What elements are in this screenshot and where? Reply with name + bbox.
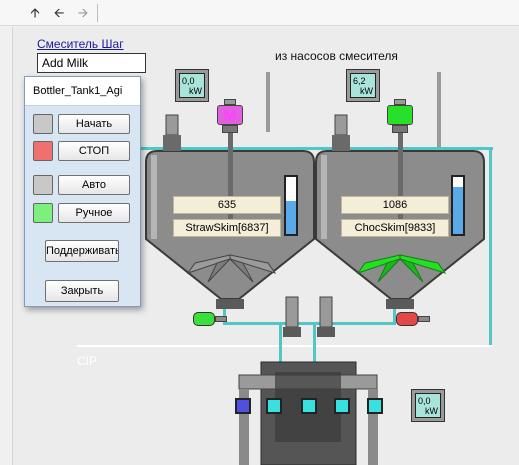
tank-2-motor[interactable] bbox=[385, 99, 415, 133]
tank-2-value: 1086 bbox=[341, 196, 449, 214]
arrow-right-icon[interactable]: 🡪 bbox=[73, 4, 93, 22]
valve-actuator bbox=[396, 312, 418, 326]
bottom-manifold-pipe bbox=[223, 322, 395, 325]
valve-stem bbox=[215, 316, 227, 322]
power-meter-3-unit: kW bbox=[425, 406, 438, 416]
pumps-title: из насосов смесителя bbox=[275, 49, 398, 63]
hold-button[interactable]: Поддерживать bbox=[45, 240, 119, 262]
mixer-step-field[interactable]: Add Milk bbox=[37, 53, 146, 73]
tank-1-motor[interactable]: M bbox=[215, 99, 245, 133]
power-meter-2-value: 6,2 bbox=[353, 76, 366, 86]
filler-head-4[interactable] bbox=[334, 398, 350, 414]
auto-indicator bbox=[33, 175, 53, 195]
stop-indicator bbox=[33, 141, 53, 161]
tank-1-level-bar bbox=[284, 175, 298, 236]
stop-button[interactable]: СТОП bbox=[58, 141, 130, 161]
cip-right-pipe bbox=[489, 147, 492, 347]
power-meter-2-unit: kW bbox=[360, 86, 373, 96]
power-meter-2: 6,2 kW bbox=[346, 69, 380, 102]
valve-actuator bbox=[193, 312, 215, 326]
close-button[interactable]: Закрыть bbox=[45, 280, 119, 302]
tank-2-outlet-valve[interactable] bbox=[396, 312, 430, 326]
power-meter-1-value: 0,0 bbox=[182, 76, 195, 86]
agitator-faceplate: Bottler_Tank1_Agi Начать СТОП Авто Ручно… bbox=[24, 76, 141, 307]
filler-head-2[interactable] bbox=[266, 398, 282, 414]
toolbar-separator bbox=[97, 4, 98, 22]
motor-body: M bbox=[217, 105, 243, 125]
start-button[interactable]: Начать bbox=[58, 114, 130, 134]
power-meter-3: 0,0 kW bbox=[411, 389, 445, 422]
power-meter-1: 0,0 kW bbox=[175, 69, 209, 102]
tank-1-value: 635 bbox=[173, 196, 281, 214]
manual-indicator bbox=[33, 203, 53, 223]
cip-return-line bbox=[77, 345, 492, 347]
auto-button[interactable]: Авто bbox=[58, 175, 130, 195]
power-meter-1-unit: kW bbox=[189, 86, 202, 96]
manual-button[interactable]: Ручное bbox=[58, 203, 130, 223]
motor-base bbox=[392, 125, 408, 133]
toolbar: 🡩 🡨 🡪 bbox=[0, 0, 519, 26]
mixer-step-label: Смеситель Шаг bbox=[37, 37, 124, 51]
center-valve-1 bbox=[283, 296, 301, 337]
tank-1-level-fill bbox=[286, 200, 296, 234]
tank-2-top-valve bbox=[332, 114, 350, 151]
valve-stem bbox=[418, 316, 430, 322]
power-meter-3-value: 0,0 bbox=[418, 396, 431, 406]
filler-head-5[interactable] bbox=[367, 398, 383, 414]
tank-1-top-valve bbox=[163, 114, 181, 151]
center-pipe-1 bbox=[279, 322, 282, 362]
motor-body bbox=[387, 105, 413, 125]
arrow-up-icon[interactable]: 🡩 bbox=[25, 4, 45, 22]
faceplate-title: Bottler_Tank1_Agi bbox=[25, 77, 140, 106]
cip-label: CIP bbox=[77, 354, 98, 368]
start-indicator bbox=[33, 114, 53, 134]
top-pipe-1 bbox=[266, 72, 270, 132]
center-valve-2 bbox=[317, 296, 335, 337]
tank-2-level-bar bbox=[451, 175, 465, 236]
arrow-left-icon[interactable]: 🡨 bbox=[49, 4, 69, 22]
tank-2-product: ChocSkim[9833] bbox=[341, 219, 449, 237]
motor-base bbox=[222, 125, 238, 133]
filler-head-1[interactable] bbox=[235, 398, 251, 414]
cip-header-pipe bbox=[141, 147, 493, 150]
tank-1-outlet-valve[interactable] bbox=[193, 312, 227, 326]
tank-1-product: StrawSkim[6837] bbox=[173, 219, 281, 237]
tank-2-level-fill bbox=[453, 187, 463, 234]
filler-head-3[interactable] bbox=[301, 398, 317, 414]
center-pipe-2 bbox=[313, 322, 316, 362]
